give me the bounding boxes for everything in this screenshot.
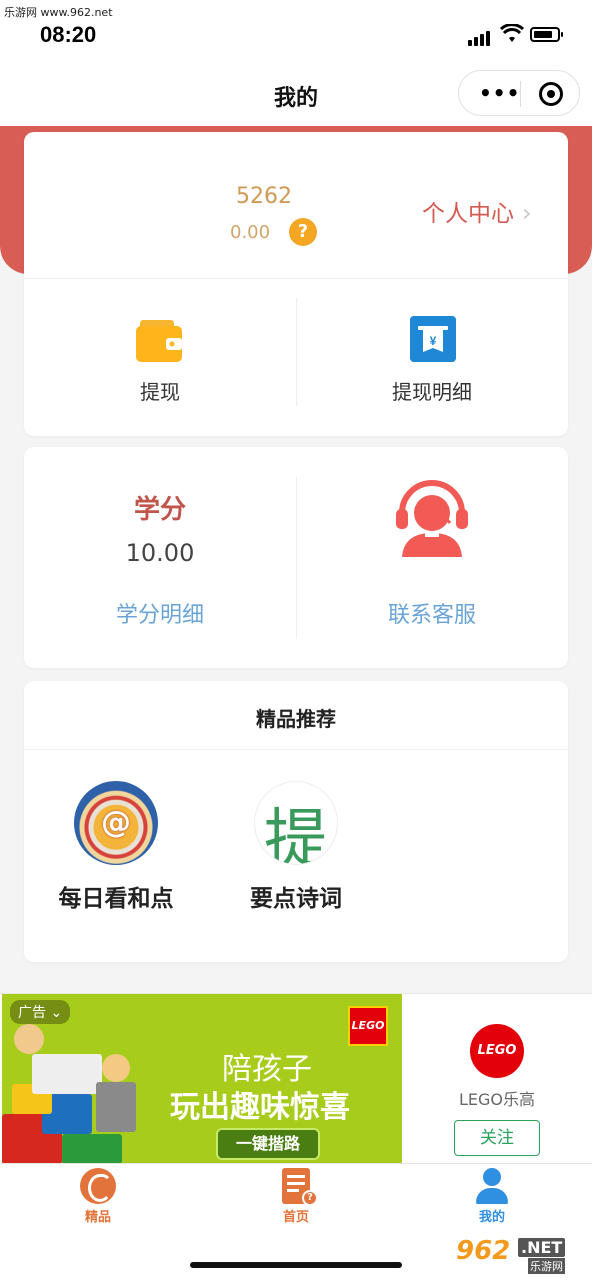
ad-cta-button[interactable]: 一键揩路: [216, 1128, 320, 1160]
withdraw-label-wrap: 提现: [24, 376, 296, 405]
divider: [24, 278, 568, 279]
credit-value: 10.00: [125, 539, 195, 567]
wallet-icon: [136, 320, 182, 362]
lego-brick-shape: [62, 1134, 122, 1164]
at-sign-icon: @: [101, 805, 131, 840]
credit-detail-link[interactable]: 学分明细: [24, 597, 296, 629]
document-icon: ?: [282, 1168, 318, 1206]
lego-figure-body: [96, 1082, 136, 1132]
lego-logo: LEGO: [348, 1006, 388, 1046]
watermark-sub: 乐游网: [528, 1258, 565, 1274]
capsule-divider: [520, 81, 521, 107]
status-bar: 乐游网 www.962.net 08:20: [0, 0, 592, 64]
app-icon-poetry: 提: [254, 781, 338, 865]
follow-button[interactable]: 关注: [454, 1120, 540, 1156]
ad-banner-section: 广告 ⌄ LEGO 陪孩子 玩出趣味惊喜 一键揩路 LEGO LEGO乐高 关注: [0, 993, 592, 1164]
tab-home[interactable]: ? 首页: [236, 1168, 356, 1225]
ti-glyph-icon: 提: [264, 803, 328, 865]
battery-icon: [530, 27, 563, 42]
brand-name: LEGO乐高: [458, 1090, 536, 1109]
withdraw-label: 提现: [140, 380, 180, 404]
app-item-poetry[interactable]: 提 要点诗词: [236, 781, 356, 913]
person-icon: [474, 1168, 510, 1204]
signal-icon: [468, 27, 492, 46]
help-icon[interactable]: ?: [289, 218, 317, 246]
mini-program-capsule: •••: [458, 70, 580, 116]
ad-brand-panel: LEGO LEGO乐高 关注: [402, 994, 592, 1164]
app-name: 要点诗词: [250, 886, 342, 912]
profile-center-label: 个人中心: [422, 201, 514, 227]
balance-value: 0.00: [230, 222, 271, 243]
ad-tag[interactable]: 广告 ⌄: [10, 1000, 71, 1024]
status-time: 08:20: [40, 22, 97, 47]
credit-card: 学分 10.00 学分明细 联系客服: [24, 447, 568, 668]
customer-service-icon[interactable]: [392, 477, 472, 557]
svg-text:¥: ¥: [430, 334, 437, 348]
recommend-title: 精品推荐: [256, 707, 336, 731]
tab-label: 精品: [84, 1210, 111, 1225]
lego-figure-head: [14, 1024, 44, 1054]
tab-label: 我的: [478, 1210, 505, 1225]
home-indicator[interactable]: [190, 1262, 402, 1268]
wifi-icon: [500, 24, 524, 42]
more-icon[interactable]: •••: [479, 81, 520, 105]
app-icon-daily: @: [74, 781, 158, 865]
account-card: 5262 0.00 ? 个人中心 › 提现 ¥ 提现明细: [24, 132, 568, 436]
close-target-icon[interactable]: [539, 82, 563, 106]
lego-figure-head: [102, 1054, 130, 1082]
watermark-number: 962: [456, 1236, 511, 1266]
watermark-net: .NET: [518, 1238, 566, 1257]
divider: [24, 749, 568, 750]
lego-brand-logo: LEGO: [470, 1024, 524, 1078]
ad-image[interactable]: 广告 ⌄ LEGO 陪孩子 玩出趣味惊喜 一键揩路: [2, 994, 402, 1164]
withdraw-detail-label: 提现明细: [392, 380, 472, 404]
app-name: 每日看和点: [58, 886, 174, 912]
ad-subheadline: 玩出趣味惊喜: [170, 1090, 350, 1125]
profile-center-link[interactable]: 个人中心 ›: [422, 194, 532, 228]
tab-featured[interactable]: 精品: [38, 1168, 158, 1225]
watermark-logo: 962 .NET 乐游网: [456, 1236, 586, 1274]
lego-brick-shape: [32, 1054, 102, 1094]
withdraw-detail-label-wrap: 提现明细: [296, 376, 568, 405]
chevron-right-icon: ›: [522, 199, 532, 227]
app-item-daily[interactable]: @ 每日看和点: [46, 781, 186, 913]
receipt-icon: ¥: [410, 316, 456, 362]
credit-title: 学分: [133, 495, 186, 525]
watermark-text: 乐游网 www.962.net: [4, 6, 113, 19]
recommend-card: 精品推荐 @ 每日看和点 提 要点诗词: [24, 681, 568, 962]
nav-bar: 我的 •••: [0, 64, 592, 126]
customer-service-link[interactable]: 联系客服: [296, 597, 568, 629]
tab-mine[interactable]: 我的: [432, 1168, 552, 1225]
globe-icon: [80, 1168, 116, 1204]
tab-label: 首页: [282, 1210, 309, 1225]
